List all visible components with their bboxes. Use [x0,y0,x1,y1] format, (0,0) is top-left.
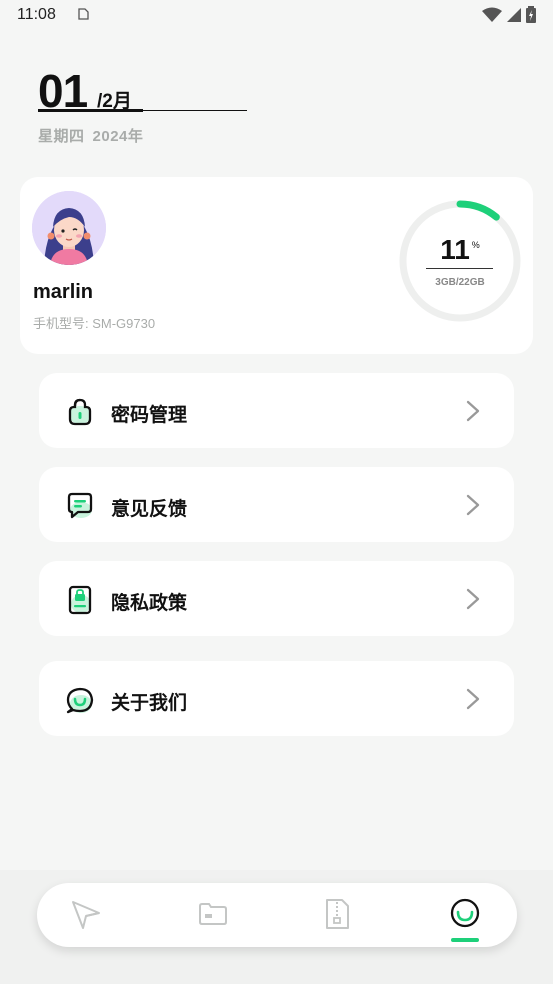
profile-icon[interactable] [448,897,482,931]
avatar-illustration [32,191,106,265]
active-tab-indicator [451,938,479,942]
chevron-right-icon [466,494,480,516]
chevron-right-icon [466,400,480,422]
menu-item-label: 关于我们 [111,693,188,714]
device-model: 手机型号: SM-G9730 [33,316,156,331]
chevron-right-icon [466,688,480,710]
folder-icon[interactable] [196,897,230,931]
avatar[interactable] [32,191,106,265]
about-icon [66,687,94,714]
menu-item-privacy-policy[interactable]: 隐私政策 [39,561,514,636]
privacy-icon [68,585,92,615]
feedback-icon [67,492,93,519]
menu-item-feedback[interactable]: 意见反馈 [39,467,514,542]
storage-percent-value: 11 [440,234,470,265]
storage-usage-text: 3GB/22GB [435,277,485,288]
menu-item-password-management[interactable]: 密码管理 [39,373,514,448]
storage-divider [426,268,493,269]
chevron-right-icon [466,588,480,610]
archive-icon[interactable] [320,897,354,931]
lock-icon [68,398,92,426]
bottom-tab-bar [37,883,517,947]
date-weekday: 星期四 [38,128,85,145]
status-time: 11:08 [17,6,56,23]
battery-icon [526,6,536,23]
storage-percent: 11% [397,234,523,266]
menu-item-label: 隐私政策 [111,593,188,614]
menu-item-label: 意见反馈 [111,499,188,520]
date-underline [38,109,143,112]
storage-usage-ring: 11% 3GB/22GB [397,198,523,324]
menu-item-about-us[interactable]: 关于我们 [39,661,514,736]
profile-card: marlin 手机型号: SM-G9730 11% 3GB/22GB [20,177,533,354]
date-year: 2024年 [92,128,144,145]
menu-item-label: 密码管理 [111,405,188,426]
cellular-signal-icon [507,7,521,22]
status-icons [482,6,536,23]
send-icon[interactable] [69,897,103,931]
wifi-icon [482,7,502,22]
username: marlin [33,281,94,303]
date-weekday-year: 星期四 2024年 [38,125,143,146]
storage-percent-sign: % [471,240,480,250]
date-underline-extension [143,110,247,111]
sim-card-icon [78,8,89,20]
status-bar: 11:08 [0,0,553,32]
